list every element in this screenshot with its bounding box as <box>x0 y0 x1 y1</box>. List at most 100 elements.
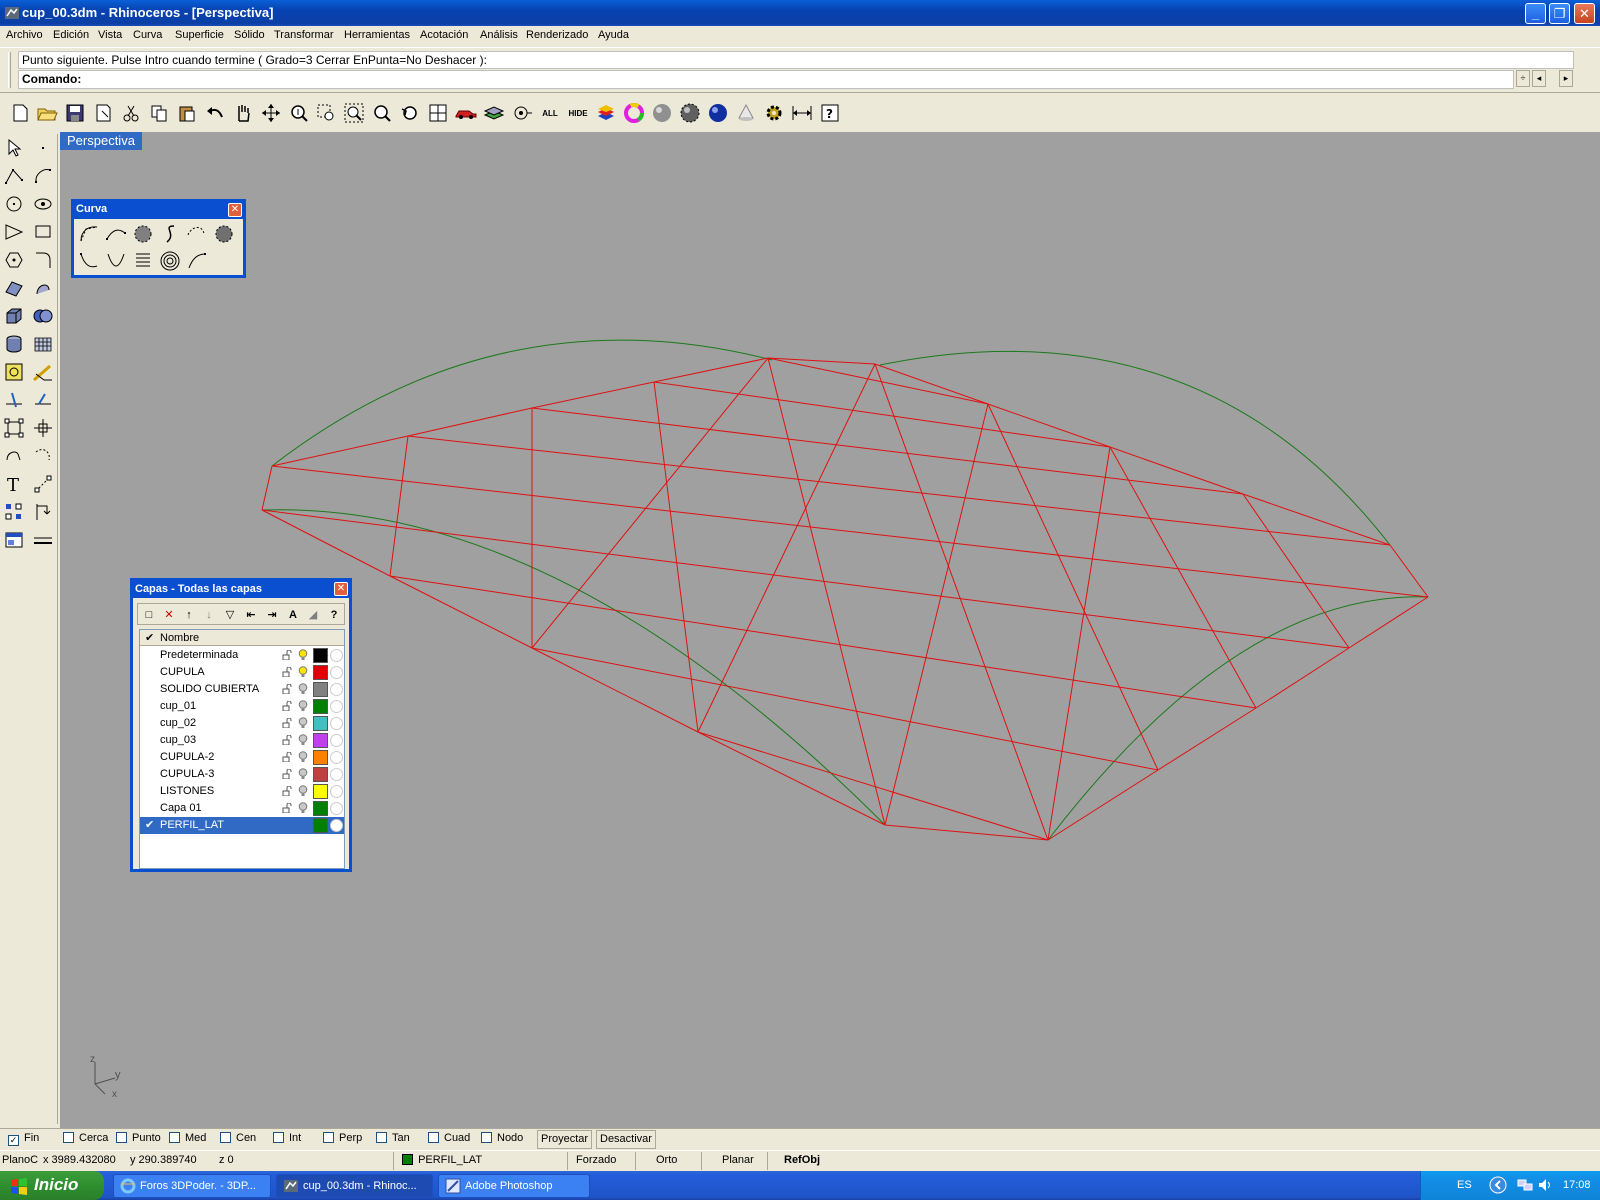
curve-on-surface-icon[interactable] <box>185 222 209 246</box>
menu-transformar[interactable]: Transformar <box>274 29 334 41</box>
close-button[interactable]: ✕ <box>1574 3 1595 24</box>
layer-name[interactable]: cup_01 <box>160 700 196 712</box>
osnap-fin[interactable]: ✓ Fin <box>8 1132 39 1146</box>
curve-handle-icon[interactable] <box>77 249 101 273</box>
layer-name[interactable]: cup_02 <box>160 717 196 729</box>
mesh-edge[interactable] <box>767 357 886 826</box>
select-arrow-icon[interactable] <box>1 135 27 161</box>
pan-icon[interactable] <box>230 100 256 126</box>
mesh-edge[interactable] <box>874 363 1049 841</box>
layer-list[interactable]: ✔ Nombre Predeterminada CUPULA SOLIDO CUBI… <box>139 629 345 869</box>
mesh-edge[interactable] <box>1389 544 1429 598</box>
layer-name[interactable]: CUPULA <box>160 666 205 678</box>
layer-color-swatch[interactable] <box>313 733 328 748</box>
copy-icon[interactable] <box>146 100 172 126</box>
scale-icon[interactable] <box>30 471 56 497</box>
task-rhino[interactable]: cup_00.3dm - Rhinoc... <box>276 1174 433 1198</box>
move-icon[interactable] <box>1 443 27 469</box>
menu-solido[interactable]: Sólido <box>234 29 265 41</box>
osnap-checkbox[interactable] <box>273 1132 284 1143</box>
layer-color-swatch[interactable] <box>313 784 328 799</box>
layer-name[interactable]: PERFIL_LAT <box>160 819 224 831</box>
layer-row[interactable]: CUPULA-2 <box>140 749 344 766</box>
mesh-edge[interactable] <box>261 509 391 577</box>
layer-row[interactable]: cup_01 <box>140 698 344 715</box>
restore-button[interactable]: ❐ <box>1549 3 1570 24</box>
curve-sketch-icon[interactable] <box>158 222 182 246</box>
mesh-edge[interactable] <box>884 403 989 826</box>
mesh-edge[interactable] <box>1348 596 1429 649</box>
ungroup-icon[interactable] <box>30 415 56 441</box>
menu-vista[interactable]: Vista <box>98 29 122 41</box>
start-button[interactable]: Inicio <box>0 1171 104 1200</box>
mesh-edge[interactable] <box>1255 647 1350 709</box>
layer-stack-icon[interactable] <box>593 100 619 126</box>
profile-curve[interactable] <box>261 509 886 826</box>
lightbulb-on-icon[interactable] <box>298 666 308 678</box>
profile-curve[interactable] <box>271 339 773 467</box>
ellipse-icon[interactable] <box>30 191 56 217</box>
task-photoshop[interactable]: Adobe Photoshop <box>438 1174 590 1198</box>
curve-icon[interactable] <box>30 163 56 189</box>
osnap-checkbox[interactable] <box>169 1132 180 1143</box>
layer-color-swatch[interactable] <box>313 801 328 816</box>
planar-toggle[interactable]: Planar <box>701 1152 765 1170</box>
join-icon[interactable] <box>30 387 56 413</box>
gear-icon[interactable] <box>761 100 787 126</box>
layer-row[interactable]: cup_02 <box>140 715 344 732</box>
volume-icon[interactable] <box>1537 1177 1553 1193</box>
command-prompt[interactable]: Comando: <box>18 70 1514 89</box>
lightbulb-off-icon[interactable] <box>298 768 308 780</box>
network-icon[interactable] <box>1517 1177 1533 1193</box>
new-layer-icon[interactable]: □ <box>140 606 158 624</box>
layer-name[interactable]: SOLIDO CUBIERTA <box>160 683 259 695</box>
osnap-checkbox[interactable] <box>220 1132 231 1143</box>
osnap-checkbox[interactable] <box>116 1132 127 1143</box>
unlock-icon[interactable] <box>282 718 292 728</box>
osnap-int[interactable]: Int <box>273 1132 301 1144</box>
trim-icon[interactable] <box>1 387 27 413</box>
helix-icon[interactable] <box>131 249 155 273</box>
layers-panel-header[interactable]: Capas - Todas las capas ✕ <box>133 581 349 598</box>
osnap-checkbox[interactable]: ✓ <box>8 1135 19 1146</box>
move-down-icon[interactable]: ↓ <box>200 606 218 624</box>
help-icon[interactable]: ? <box>817 100 843 126</box>
layer-name[interactable]: cup_03 <box>160 734 196 746</box>
osnap-med[interactable]: Med <box>169 1132 206 1144</box>
mesh-edge[interactable] <box>697 731 1049 841</box>
box-icon[interactable] <box>1 303 27 329</box>
hide-icon[interactable]: HIDE <box>565 100 591 126</box>
undo-icon[interactable] <box>202 100 228 126</box>
profile-curve[interactable] <box>879 350 1391 546</box>
rotate-icon[interactable] <box>30 443 56 469</box>
lightbulb-off-icon[interactable] <box>298 802 308 814</box>
layer-material-icon[interactable] <box>330 819 343 832</box>
layer-color-swatch[interactable] <box>313 682 328 697</box>
polygon-icon[interactable] <box>1 247 27 273</box>
refobj-toggle[interactable]: RefObj <box>767 1152 831 1170</box>
layer-name[interactable]: Capa 01 <box>160 802 202 814</box>
menu-acotacion[interactable]: Acotación <box>420 29 468 41</box>
blue-sphere-icon[interactable] <box>705 100 731 126</box>
language-indicator[interactable]: ES <box>1457 1179 1472 1191</box>
undo-view-icon[interactable] <box>397 100 423 126</box>
title-bar[interactable]: cup_00.3dm - Rhinoceros - [Perspectiva] … <box>0 0 1600 26</box>
layers-help-icon[interactable]: ? <box>325 606 343 624</box>
mesh-edge[interactable] <box>987 403 1111 448</box>
mirror-icon[interactable] <box>30 499 56 525</box>
unlock-icon[interactable] <box>282 803 292 813</box>
show-icon[interactable] <box>509 100 535 126</box>
orto-toggle[interactable]: Orto <box>635 1152 699 1170</box>
osnap-cen[interactable]: Cen <box>220 1132 256 1144</box>
import-icon[interactable]: ⇤ <box>242 606 260 624</box>
layer-material-icon[interactable] <box>330 666 343 679</box>
layer-color-swatch[interactable] <box>313 767 328 782</box>
text-style-icon[interactable]: A <box>284 606 302 624</box>
revolve-icon[interactable] <box>30 275 56 301</box>
mesh-edge[interactable] <box>1047 769 1159 841</box>
menu-edicion[interactable]: Edición <box>53 29 89 41</box>
osnap-cerca[interactable]: Cerca <box>63 1132 108 1144</box>
mesh-edge[interactable] <box>407 407 533 437</box>
tray-expand-icon[interactable] <box>1489 1176 1507 1194</box>
layer-material-icon[interactable] <box>330 768 343 781</box>
